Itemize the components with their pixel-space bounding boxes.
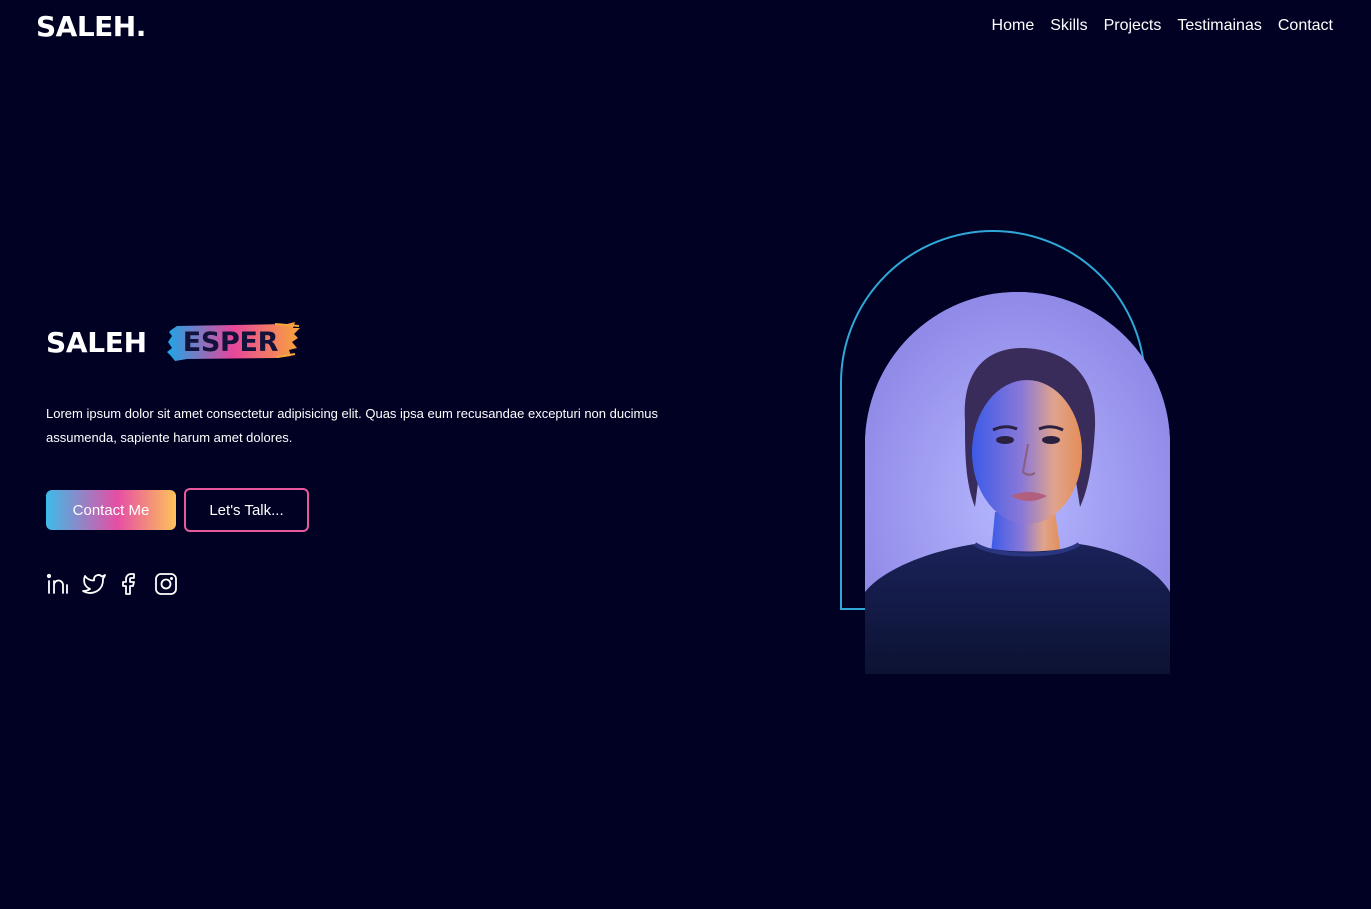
hero-title: SALEH ESPER [46, 322, 301, 362]
facebook-icon[interactable] [118, 572, 142, 596]
nav-skills[interactable]: Skills [1050, 17, 1087, 35]
logo[interactable]: SALEH. [36, 10, 146, 43]
hero-last-name: ESPER [182, 326, 279, 358]
portrait-image [865, 292, 1170, 674]
hero-description: Lorem ipsum dolor sit amet consectetur a… [46, 406, 659, 445]
main-nav: Home Skills Projects Testimainas Contact [992, 17, 1333, 35]
instagram-icon[interactable] [154, 572, 178, 596]
nav-home[interactable]: Home [992, 17, 1035, 35]
twitter-icon[interactable] [82, 572, 106, 596]
nav-contact[interactable]: Contact [1278, 17, 1333, 35]
nav-testimonials[interactable]: Testimainas [1177, 17, 1261, 35]
hero-first-name: SALEH [46, 325, 147, 359]
social-links [46, 572, 178, 596]
contact-me-button[interactable]: Contact Me [46, 490, 176, 530]
nav-projects[interactable]: Projects [1104, 17, 1162, 35]
linkedin-icon[interactable] [46, 572, 70, 596]
lets-talk-button[interactable]: Let's Talk... [184, 488, 309, 532]
brush-highlight: ESPER [166, 322, 301, 362]
